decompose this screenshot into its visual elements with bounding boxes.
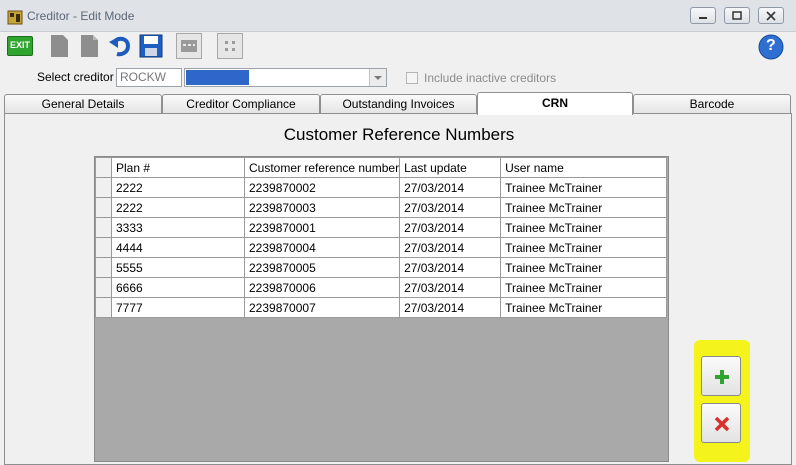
select-creditor-label: Select creditor xyxy=(37,70,114,84)
row-selector[interactable] xyxy=(95,217,112,238)
cell-last-update[interactable]: 27/03/2014 xyxy=(399,257,502,278)
save-button[interactable] xyxy=(138,33,164,59)
cell-user-name[interactable]: Trainee McTrainer xyxy=(500,177,668,198)
table-row[interactable]: 3333 2239870001 27/03/2014 Trainee McTra… xyxy=(95,217,668,238)
column-header-last-update[interactable]: Last update xyxy=(399,157,502,178)
calendar-button[interactable] xyxy=(176,33,202,59)
grid-dots-icon xyxy=(225,41,235,51)
cell-user-name[interactable]: Trainee McTrainer xyxy=(500,277,668,298)
cell-user-name[interactable]: Trainee McTrainer xyxy=(500,237,668,258)
delete-crn-button[interactable] xyxy=(701,403,741,443)
row-selector-header xyxy=(95,157,112,178)
cell-user-name[interactable]: Trainee McTrainer xyxy=(500,217,668,238)
cell-plan[interactable]: 2222 xyxy=(111,197,245,218)
close-icon xyxy=(766,11,776,21)
row-selector[interactable] xyxy=(95,297,112,318)
cell-crn[interactable]: 2239870004 xyxy=(243,237,401,258)
cell-crn[interactable]: 2239870002 xyxy=(243,177,401,198)
column-header-crn[interactable]: Customer reference number xyxy=(243,157,401,178)
calendar-icon xyxy=(181,40,197,52)
column-header-plan[interactable]: Plan # xyxy=(111,157,245,178)
document-icon xyxy=(51,35,68,57)
minimize-button[interactable] xyxy=(690,7,716,24)
tab-creditor-compliance[interactable]: Creditor Compliance xyxy=(162,94,320,114)
cell-plan[interactable]: 7777 xyxy=(111,297,245,318)
column-header-user-name[interactable]: User name xyxy=(500,157,668,178)
exit-label: EXIT xyxy=(10,40,31,50)
tab-barcode[interactable]: Barcode xyxy=(633,94,791,114)
cell-last-update[interactable]: 27/03/2014 xyxy=(399,177,502,198)
save-icon xyxy=(139,34,163,58)
cell-last-update[interactable]: 27/03/2014 xyxy=(399,237,502,258)
cell-plan[interactable]: 5555 xyxy=(111,257,245,278)
minimize-icon xyxy=(699,17,707,19)
undo-icon xyxy=(109,36,131,57)
document-copy-icon xyxy=(81,35,98,57)
table-row[interactable]: 2222 2239870003 27/03/2014 Trainee McTra… xyxy=(95,197,668,218)
help-label: ? xyxy=(766,37,776,54)
cell-crn[interactable]: 2239870001 xyxy=(243,217,401,238)
plus-icon xyxy=(715,370,729,384)
cell-last-update[interactable]: 27/03/2014 xyxy=(399,217,502,238)
window-title: Creditor - Edit Mode xyxy=(27,9,135,23)
add-crn-button[interactable] xyxy=(701,356,741,396)
chevron-down-icon[interactable] xyxy=(369,69,386,86)
include-inactive-label: Include inactive creditors xyxy=(424,71,557,85)
table-row[interactable]: 2222 2239870002 27/03/2014 Trainee McTra… xyxy=(95,177,668,198)
copy-document-button[interactable] xyxy=(76,33,102,59)
undo-button[interactable] xyxy=(107,33,133,59)
creditor-name-select[interactable]: RockWater xyxy=(184,68,387,87)
cell-last-update[interactable]: 27/03/2014 xyxy=(399,277,502,298)
crn-table: Plan # Customer reference number Last up… xyxy=(95,157,668,318)
tab-strip: General Details Creditor Compliance Outs… xyxy=(0,92,796,115)
table-row[interactable]: 5555 2239870005 27/03/2014 Trainee McTra… xyxy=(95,257,668,278)
cell-plan[interactable]: 4444 xyxy=(111,237,245,258)
cell-plan[interactable]: 6666 xyxy=(111,277,245,298)
tab-general-details[interactable]: General Details xyxy=(4,94,162,114)
crn-panel: Customer Reference Numbers Plan # Custom… xyxy=(4,113,792,465)
cell-last-update[interactable]: 27/03/2014 xyxy=(399,197,502,218)
cell-plan[interactable]: 2222 xyxy=(111,177,245,198)
title-bar: Creditor - Edit Mode xyxy=(0,0,796,32)
creditor-name-value: RockWater xyxy=(186,70,249,85)
x-icon xyxy=(714,416,730,432)
maximize-icon xyxy=(732,11,742,20)
tab-outstanding-invoices[interactable]: Outstanding Invoices xyxy=(320,94,477,114)
close-button[interactable] xyxy=(758,7,784,24)
help-button[interactable]: ? xyxy=(758,34,784,60)
cell-crn[interactable]: 2239870007 xyxy=(243,297,401,318)
cell-crn[interactable]: 2239870006 xyxy=(243,277,401,298)
maximize-button[interactable] xyxy=(724,7,750,24)
tab-crn[interactable]: CRN xyxy=(477,92,633,115)
grid-button[interactable] xyxy=(217,33,243,59)
cell-user-name[interactable]: Trainee McTrainer xyxy=(500,197,668,218)
table-row[interactable]: 7777 2239870007 27/03/2014 Trainee McTra… xyxy=(95,297,668,318)
page-title: Customer Reference Numbers xyxy=(283,125,515,144)
row-selector[interactable] xyxy=(95,277,112,298)
row-selector[interactable] xyxy=(95,197,112,218)
cell-crn[interactable]: 2239870005 xyxy=(243,257,401,278)
include-inactive-checkbox[interactable] xyxy=(406,72,418,84)
cell-last-update[interactable]: 27/03/2014 xyxy=(399,297,502,318)
cell-user-name[interactable]: Trainee McTrainer xyxy=(500,297,668,318)
header-row: Plan # Customer reference number Last up… xyxy=(95,157,668,178)
app-icon xyxy=(7,9,23,25)
creditor-code-input[interactable]: ROCKW xyxy=(116,68,182,87)
row-selector[interactable] xyxy=(95,257,112,278)
exit-button[interactable]: EXIT xyxy=(7,36,33,56)
table-row[interactable]: 6666 2239870006 27/03/2014 Trainee McTra… xyxy=(95,277,668,298)
cell-crn[interactable]: 2239870003 xyxy=(243,197,401,218)
table-row[interactable]: 4444 2239870004 27/03/2014 Trainee McTra… xyxy=(95,237,668,258)
row-selector[interactable] xyxy=(95,237,112,258)
row-selector[interactable] xyxy=(95,177,112,198)
cell-plan[interactable]: 3333 xyxy=(111,217,245,238)
cell-user-name[interactable]: Trainee McTrainer xyxy=(500,257,668,278)
crn-grid: Plan # Customer reference number Last up… xyxy=(94,156,669,462)
new-document-button[interactable] xyxy=(46,33,72,59)
